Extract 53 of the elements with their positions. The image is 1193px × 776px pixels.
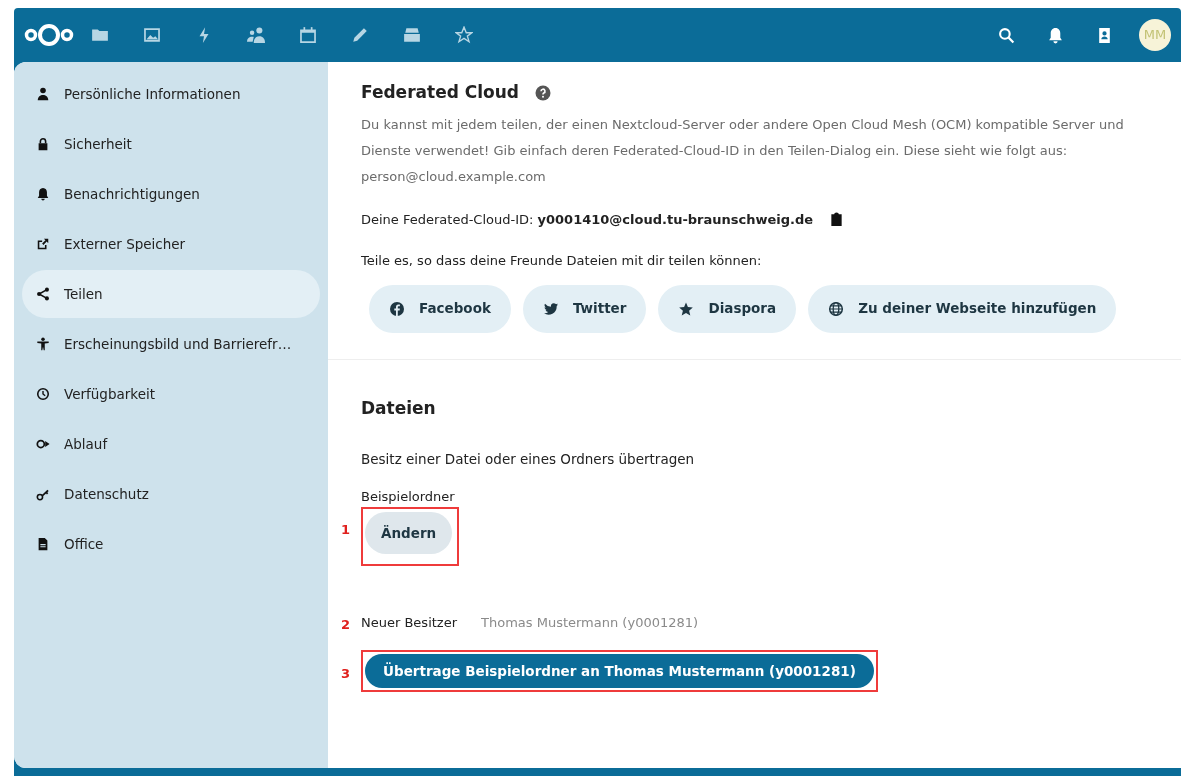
- section-title: Federated Cloud: [361, 81, 519, 104]
- website-button[interactable]: Zu deiner Webseite hinzufügen: [808, 284, 1117, 333]
- sidebar-item[interactable]: Datenschutz: [22, 470, 320, 518]
- sidebar-item[interactable]: Benachrichtigungen: [22, 170, 320, 218]
- key-icon: [36, 487, 50, 501]
- section-title: Dateien: [361, 396, 437, 420]
- sidebar-item[interactable]: Office: [22, 520, 320, 568]
- lock-icon: [36, 137, 50, 151]
- change-button[interactable]: Ändern: [365, 511, 453, 554]
- sidebar-item[interactable]: Teilen: [22, 270, 320, 318]
- cloud-id-text: Deine Federated-Cloud-ID: y0001410@cloud.tu-braunschweig.de: [361, 210, 814, 229]
- sidebar-item[interactable]: Persönliche Informationen: [22, 70, 320, 118]
- stack-icon[interactable]: [403, 26, 421, 44]
- sidebar-item[interactable]: Ablauf: [22, 420, 320, 468]
- folder-icon[interactable]: [91, 26, 109, 44]
- annotation-number: 3: [341, 664, 351, 683]
- image-icon[interactable]: [143, 26, 161, 44]
- document-icon: [36, 537, 50, 551]
- share-button[interactable]: Facebook: [369, 284, 511, 333]
- external-link-icon: [36, 237, 50, 251]
- sidebar-item[interactable]: Verfügbarkeit: [22, 370, 320, 418]
- globe-icon: [828, 300, 845, 317]
- facebook-icon: [389, 300, 405, 317]
- sidebar-item[interactable]: Externer Speicher: [22, 220, 320, 268]
- people-icon[interactable]: [247, 26, 265, 44]
- clipboard-icon[interactable]: [829, 211, 845, 227]
- annotation-number: 2: [341, 615, 351, 634]
- search-icon[interactable]: [998, 26, 1015, 44]
- bell-icon[interactable]: [1047, 26, 1064, 44]
- star-icon[interactable]: [455, 26, 473, 44]
- contact-card-icon[interactable]: [1096, 26, 1113, 44]
- share-button[interactable]: Diaspora: [658, 284, 797, 333]
- accessibility-icon: [36, 337, 50, 351]
- pencil-icon[interactable]: [351, 26, 369, 44]
- bird-icon: [542, 300, 559, 317]
- help-icon[interactable]: [535, 84, 551, 101]
- sidebar-item[interactable]: Erscheinungsbild und Barrierefr…: [22, 320, 320, 368]
- subtitle-text: Besitz einer Datei oder eines Ordners übertragen: [361, 450, 696, 469]
- field-label: Neuer Besitzer: [361, 614, 457, 632]
- person-icon: [36, 87, 50, 101]
- share-button[interactable]: Twitter: [522, 284, 647, 333]
- flow-icon: [36, 437, 50, 451]
- share-hint-text: Teile es, so dass deine Freunde Dateien mit dir teilen können:: [361, 252, 763, 270]
- annotation-number: 1: [341, 520, 351, 539]
- sidebar-item[interactable]: Sicherheit: [22, 120, 320, 168]
- clock-icon: [36, 387, 50, 401]
- description-text: Du kannst mit jedem teilen, der einen Nextcloud-Server oder andere Open Cloud Mesh (OCM) kompatible Server und Dienste verwendet! Gib einfach deren Federated-Cloud-ID in den Teilen-Dialog ein. Diese sieht wie folgt aus: person@cloud.example.com: [361, 115, 1125, 186]
- logo-icon[interactable]: [24, 22, 74, 48]
- share-icon: [36, 287, 50, 301]
- transfer-button[interactable]: Übertrage Beispielordner an Thomas Mustermann (y0001281): [365, 653, 874, 688]
- bell-icon: [36, 187, 50, 201]
- folder-name: Beispielordner: [361, 488, 456, 507]
- calendar-icon[interactable]: [299, 26, 317, 44]
